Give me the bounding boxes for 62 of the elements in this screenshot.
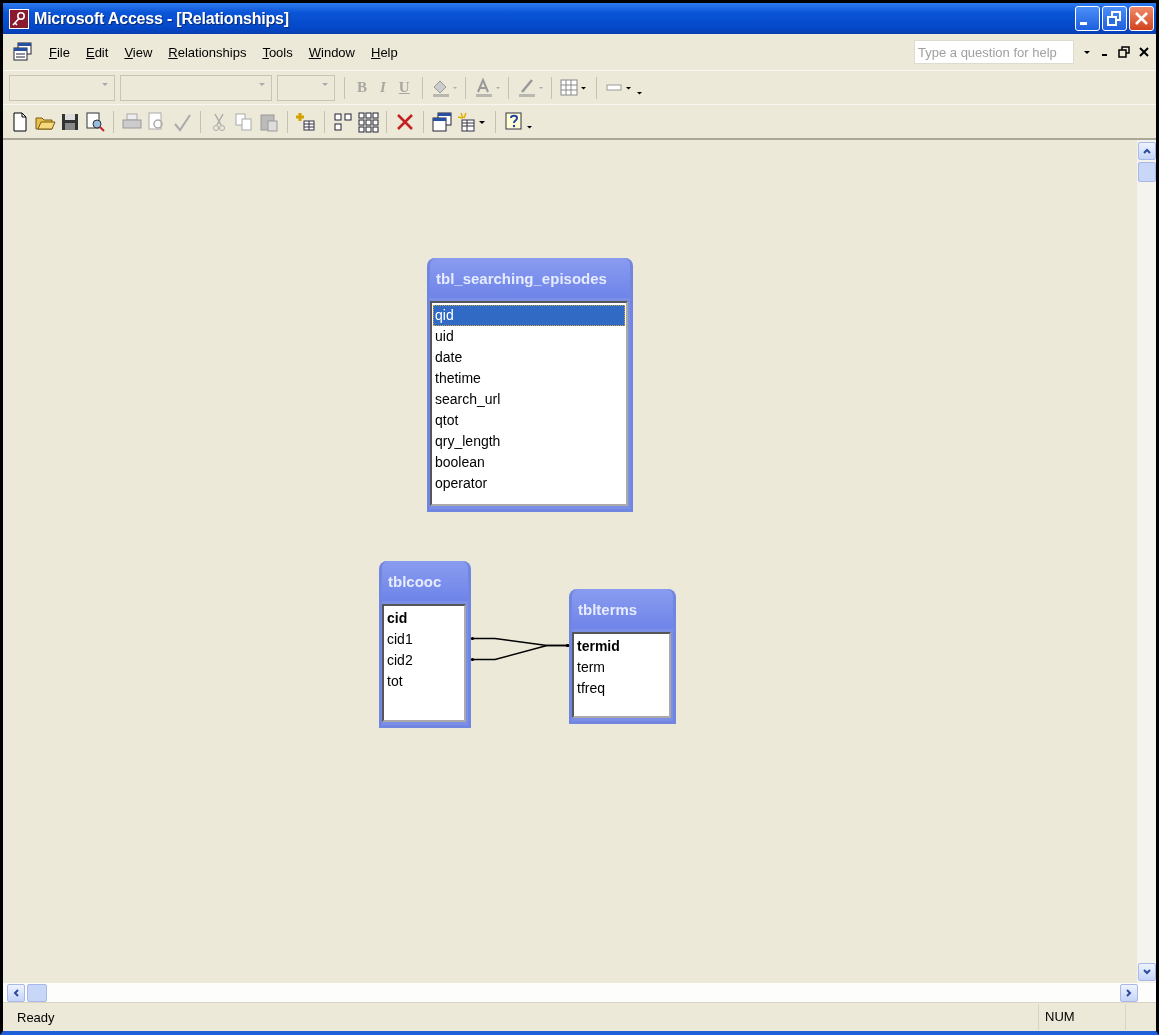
status-text: Ready xyxy=(17,1009,55,1025)
field-name[interactable]: uid xyxy=(433,326,625,347)
magnifier-document-icon[interactable] xyxy=(84,110,106,133)
field-name[interactable]: qid xyxy=(433,305,625,326)
close-icon[interactable] xyxy=(1138,46,1150,58)
windows-icon[interactable] xyxy=(431,110,453,133)
menu-item[interactable]: Tools xyxy=(254,42,301,62)
field-list[interactable]: termid term tfreq xyxy=(572,632,671,718)
field-name[interactable]: cid2 xyxy=(385,650,463,671)
table-name: tblcooc xyxy=(388,572,442,590)
status-indicator: NUM xyxy=(1038,1004,1125,1030)
menu-item[interactable]: Relationships xyxy=(160,42,255,62)
right-chevron-icon xyxy=(1124,987,1134,998)
add-table-icon[interactable] xyxy=(295,110,317,133)
relationship-line[interactable] xyxy=(470,643,570,662)
minimize-button[interactable] xyxy=(1075,6,1100,31)
menu-item[interactable]: Edit xyxy=(77,42,117,62)
menu-item[interactable]: Help xyxy=(363,42,406,62)
menu-item[interactable]: Window xyxy=(300,42,363,62)
field-name[interactable]: tfreq xyxy=(575,678,668,699)
restore-button[interactable] xyxy=(1102,6,1127,31)
field-name[interactable]: thetime xyxy=(433,368,625,389)
vertical-scrollbar[interactable] xyxy=(1137,140,1156,983)
windows-icon[interactable] xyxy=(13,42,33,62)
horizontal-scrollbar[interactable] xyxy=(3,983,1156,1002)
menu-item[interactable]: File xyxy=(41,42,78,62)
table-window[interactable]: tbl_searching_episodes qid uid date thetime search_url qtot qry_length boolean operator xyxy=(427,258,633,512)
table-name: tblterms xyxy=(578,600,638,618)
scroll-thumb[interactable] xyxy=(27,983,47,1002)
key-icon xyxy=(9,8,29,29)
field-name[interactable]: operator xyxy=(433,473,625,494)
scroll-left-button[interactable] xyxy=(7,983,25,1002)
table-grid-icon[interactable] xyxy=(357,110,379,133)
scroll-up-button[interactable] xyxy=(1137,142,1156,160)
field-name[interactable]: search_url xyxy=(433,389,625,410)
field-name[interactable]: termid xyxy=(575,636,668,657)
field-name[interactable]: qry_length xyxy=(433,431,625,452)
minimize-icon xyxy=(1080,22,1087,25)
field-name[interactable]: term xyxy=(575,657,668,678)
window-title: Microsoft Access - [Relationships] xyxy=(34,9,289,28)
help-search-field[interactable]: Type a question for help xyxy=(914,40,1074,64)
field-name[interactable]: cid1 xyxy=(385,629,463,650)
table-window[interactable]: tblterms termid term tfreq xyxy=(569,589,676,724)
scroll-thumb[interactable] xyxy=(1137,162,1156,182)
field-name[interactable]: cid xyxy=(385,608,463,629)
field-name[interactable]: qtot xyxy=(433,410,625,431)
field-name[interactable]: boolean xyxy=(433,452,625,473)
close-button[interactable] xyxy=(1129,6,1154,31)
scroll-right-button[interactable] xyxy=(1120,983,1138,1002)
field-list[interactable]: cid cid1 cid2 tot xyxy=(382,604,466,722)
left-chevron-icon xyxy=(11,987,21,998)
scroll-down-button[interactable] xyxy=(1137,963,1156,981)
field-name[interactable]: date xyxy=(433,347,625,368)
restore-icon[interactable] xyxy=(1118,46,1130,58)
down-chevron-icon xyxy=(1141,967,1152,977)
field-list[interactable]: qid uid date thetime search_url qtot qry_length boolean operator xyxy=(430,301,628,506)
new-object-icon[interactable] xyxy=(456,110,488,133)
up-chevron-icon xyxy=(1141,146,1152,156)
table-window[interactable]: tblcooc cid cid1 cid2 tot xyxy=(379,561,471,728)
field-name[interactable]: tot xyxy=(385,671,463,692)
table-name: tbl_searching_episodes xyxy=(436,269,607,287)
menu-item[interactable]: View xyxy=(116,42,161,62)
